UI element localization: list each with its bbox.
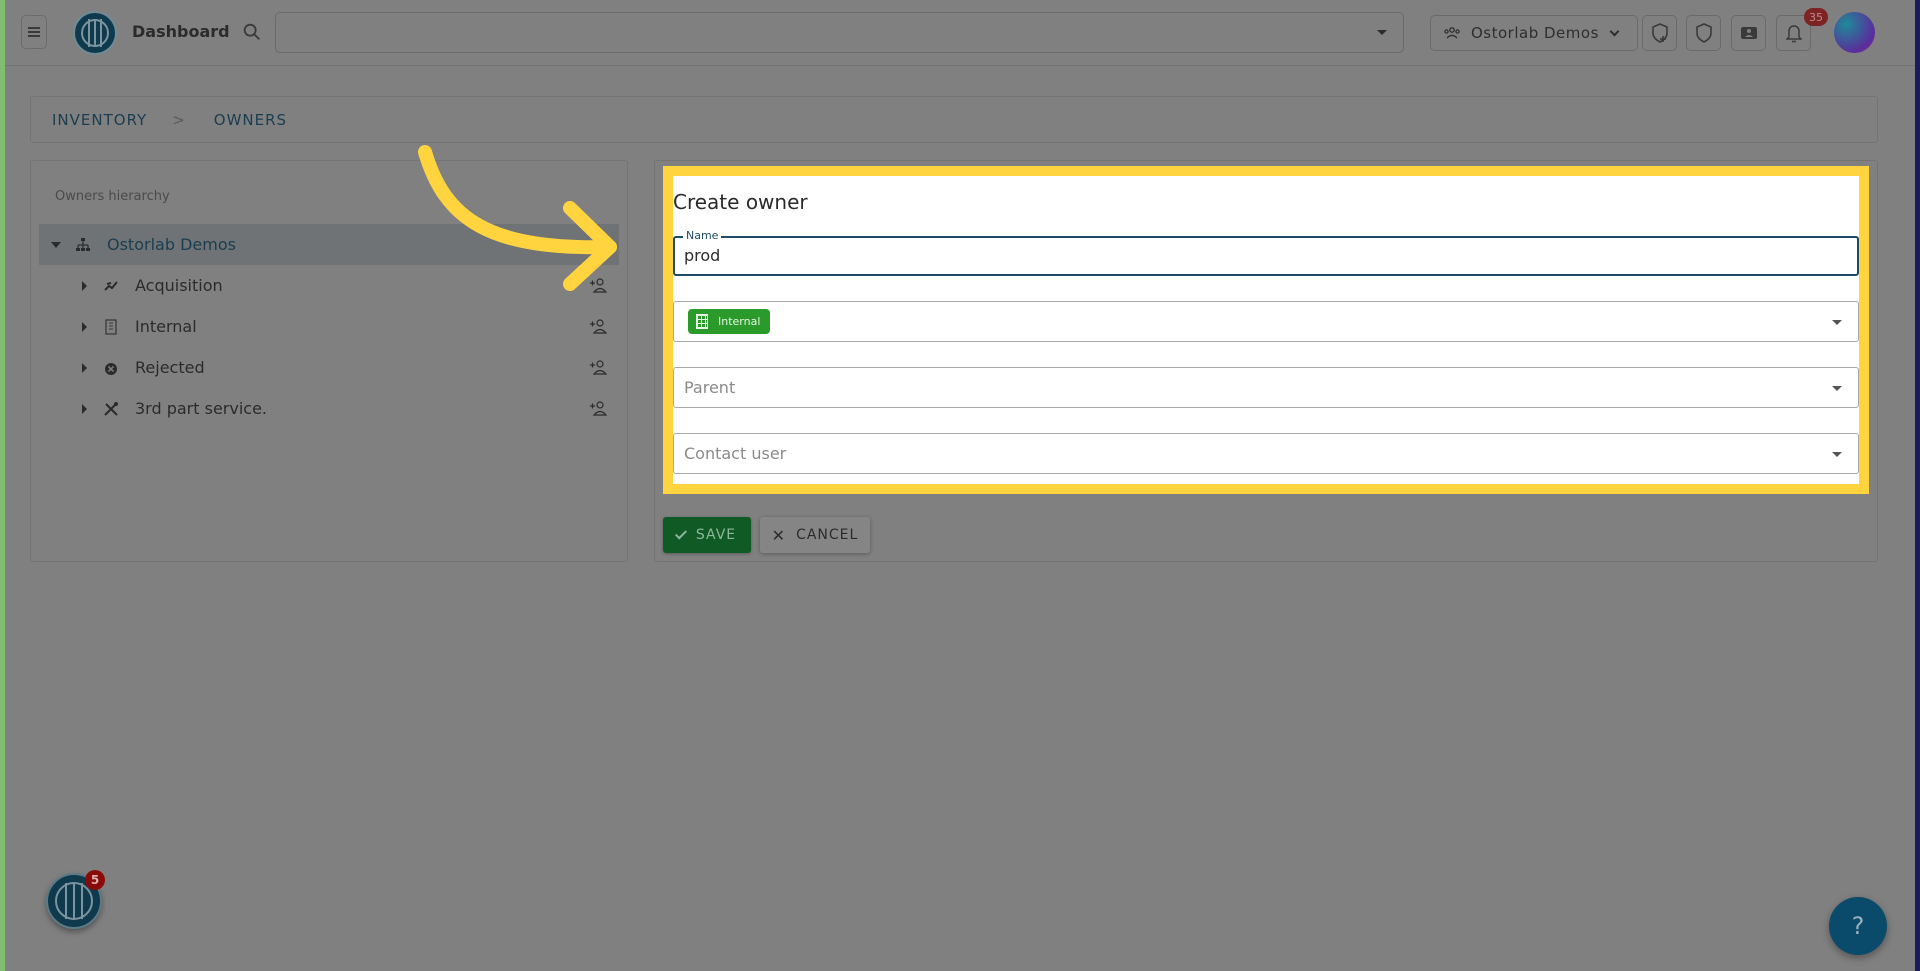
right-edge-strip	[1915, 0, 1920, 971]
close-icon: ✕	[771, 525, 787, 545]
panel-title: Owners hierarchy	[55, 189, 170, 204]
cancel-circle-icon	[105, 362, 117, 375]
tutorial-arrow-icon	[418, 145, 617, 291]
shield-plus-icon	[1651, 23, 1668, 43]
building-icon	[696, 314, 708, 329]
tree-item-label: Acquisition	[135, 276, 223, 295]
cancel-label: CANCEL	[796, 527, 859, 543]
ticket-icon	[1740, 27, 1757, 39]
selected-type-chip[interactable]: Internal	[688, 309, 771, 334]
app-title: Dashboard	[132, 22, 230, 41]
tree-item-internal[interactable]: Internal	[39, 306, 619, 347]
breadcrumb-owners[interactable]: OWNERS	[214, 111, 287, 129]
name-field[interactable]: Name	[673, 229, 1859, 276]
menu-button[interactable]	[21, 15, 47, 49]
chip-label: Internal	[718, 315, 761, 328]
save-label: SAVE	[695, 527, 737, 543]
expand-icon[interactable]	[82, 321, 87, 332]
tree-item-label: 3rd part service.	[135, 399, 268, 418]
create-owner-form: Create owner Name Internal Parent Contac…	[663, 166, 1869, 494]
tools-icon	[104, 401, 118, 416]
bell-icon	[1785, 25, 1802, 43]
building-icon	[105, 318, 117, 335]
shield-icon	[1695, 23, 1712, 43]
add-user-icon[interactable]	[589, 318, 607, 334]
cancel-button[interactable]: ✕ CANCEL	[760, 517, 870, 553]
left-edge-strip	[0, 0, 5, 971]
breadcrumb-separator: >	[172, 110, 186, 129]
name-input[interactable]	[684, 246, 1784, 265]
expand-icon[interactable]	[82, 362, 87, 373]
owner-type-select[interactable]: Internal	[673, 301, 1859, 342]
top-bar: Dashboard Ostorlab Demos 35	[5, 0, 1915, 66]
handshake-icon	[104, 280, 118, 291]
help-button[interactable]: ?	[1829, 897, 1887, 955]
tree-item-rejected[interactable]: Rejected	[39, 347, 619, 388]
user-avatar[interactable]	[1834, 12, 1875, 53]
search-dropdown-icon[interactable]	[1377, 30, 1387, 35]
sitemap-icon	[76, 237, 90, 251]
check-icon	[674, 526, 687, 540]
hamburger-icon	[28, 27, 40, 37]
chevron-down-icon	[1609, 26, 1620, 36]
parent-select[interactable]: Parent	[673, 367, 1859, 408]
parent-placeholder: Parent	[684, 378, 736, 397]
tickets-button[interactable]	[1731, 15, 1766, 51]
ostorlab-logo[interactable]	[73, 11, 117, 55]
dropdown-arrow-icon[interactable]	[1832, 386, 1842, 391]
search-icon[interactable]	[241, 21, 263, 43]
expand-icon[interactable]	[82, 280, 87, 291]
collapse-icon[interactable]	[51, 241, 61, 248]
breadcrumb: INVENTORY > OWNERS	[30, 96, 1878, 143]
tree-root-label: Ostorlab Demos	[107, 235, 236, 254]
group-icon	[1444, 27, 1460, 39]
search-input[interactable]	[275, 12, 1404, 53]
form-title: Create owner	[673, 190, 808, 214]
organization-name: Ostorlab Demos	[1471, 24, 1599, 42]
notification-count-badge: 35	[1804, 8, 1828, 26]
breadcrumb-inventory[interactable]: INVENTORY	[52, 111, 147, 129]
save-button[interactable]: SAVE	[663, 517, 751, 553]
assistant-badge: 5	[85, 870, 105, 890]
dropdown-arrow-icon[interactable]	[1832, 320, 1842, 325]
add-user-icon[interactable]	[589, 359, 607, 375]
organization-selector[interactable]: Ostorlab Demos	[1430, 15, 1638, 51]
security-button[interactable]	[1686, 15, 1721, 51]
tree-item-3rd-party-service[interactable]: 3rd part service.	[39, 388, 619, 429]
expand-icon[interactable]	[82, 403, 87, 414]
contact-user-select[interactable]: Contact user	[673, 433, 1859, 474]
tree-item-label: Internal	[135, 317, 197, 336]
tree-item-label: Rejected	[135, 358, 205, 377]
add-scan-button[interactable]	[1642, 15, 1677, 51]
add-user-icon[interactable]	[589, 400, 607, 416]
contact-user-placeholder: Contact user	[684, 444, 787, 463]
dropdown-arrow-icon[interactable]	[1832, 452, 1842, 457]
name-field-label: Name	[683, 229, 722, 242]
